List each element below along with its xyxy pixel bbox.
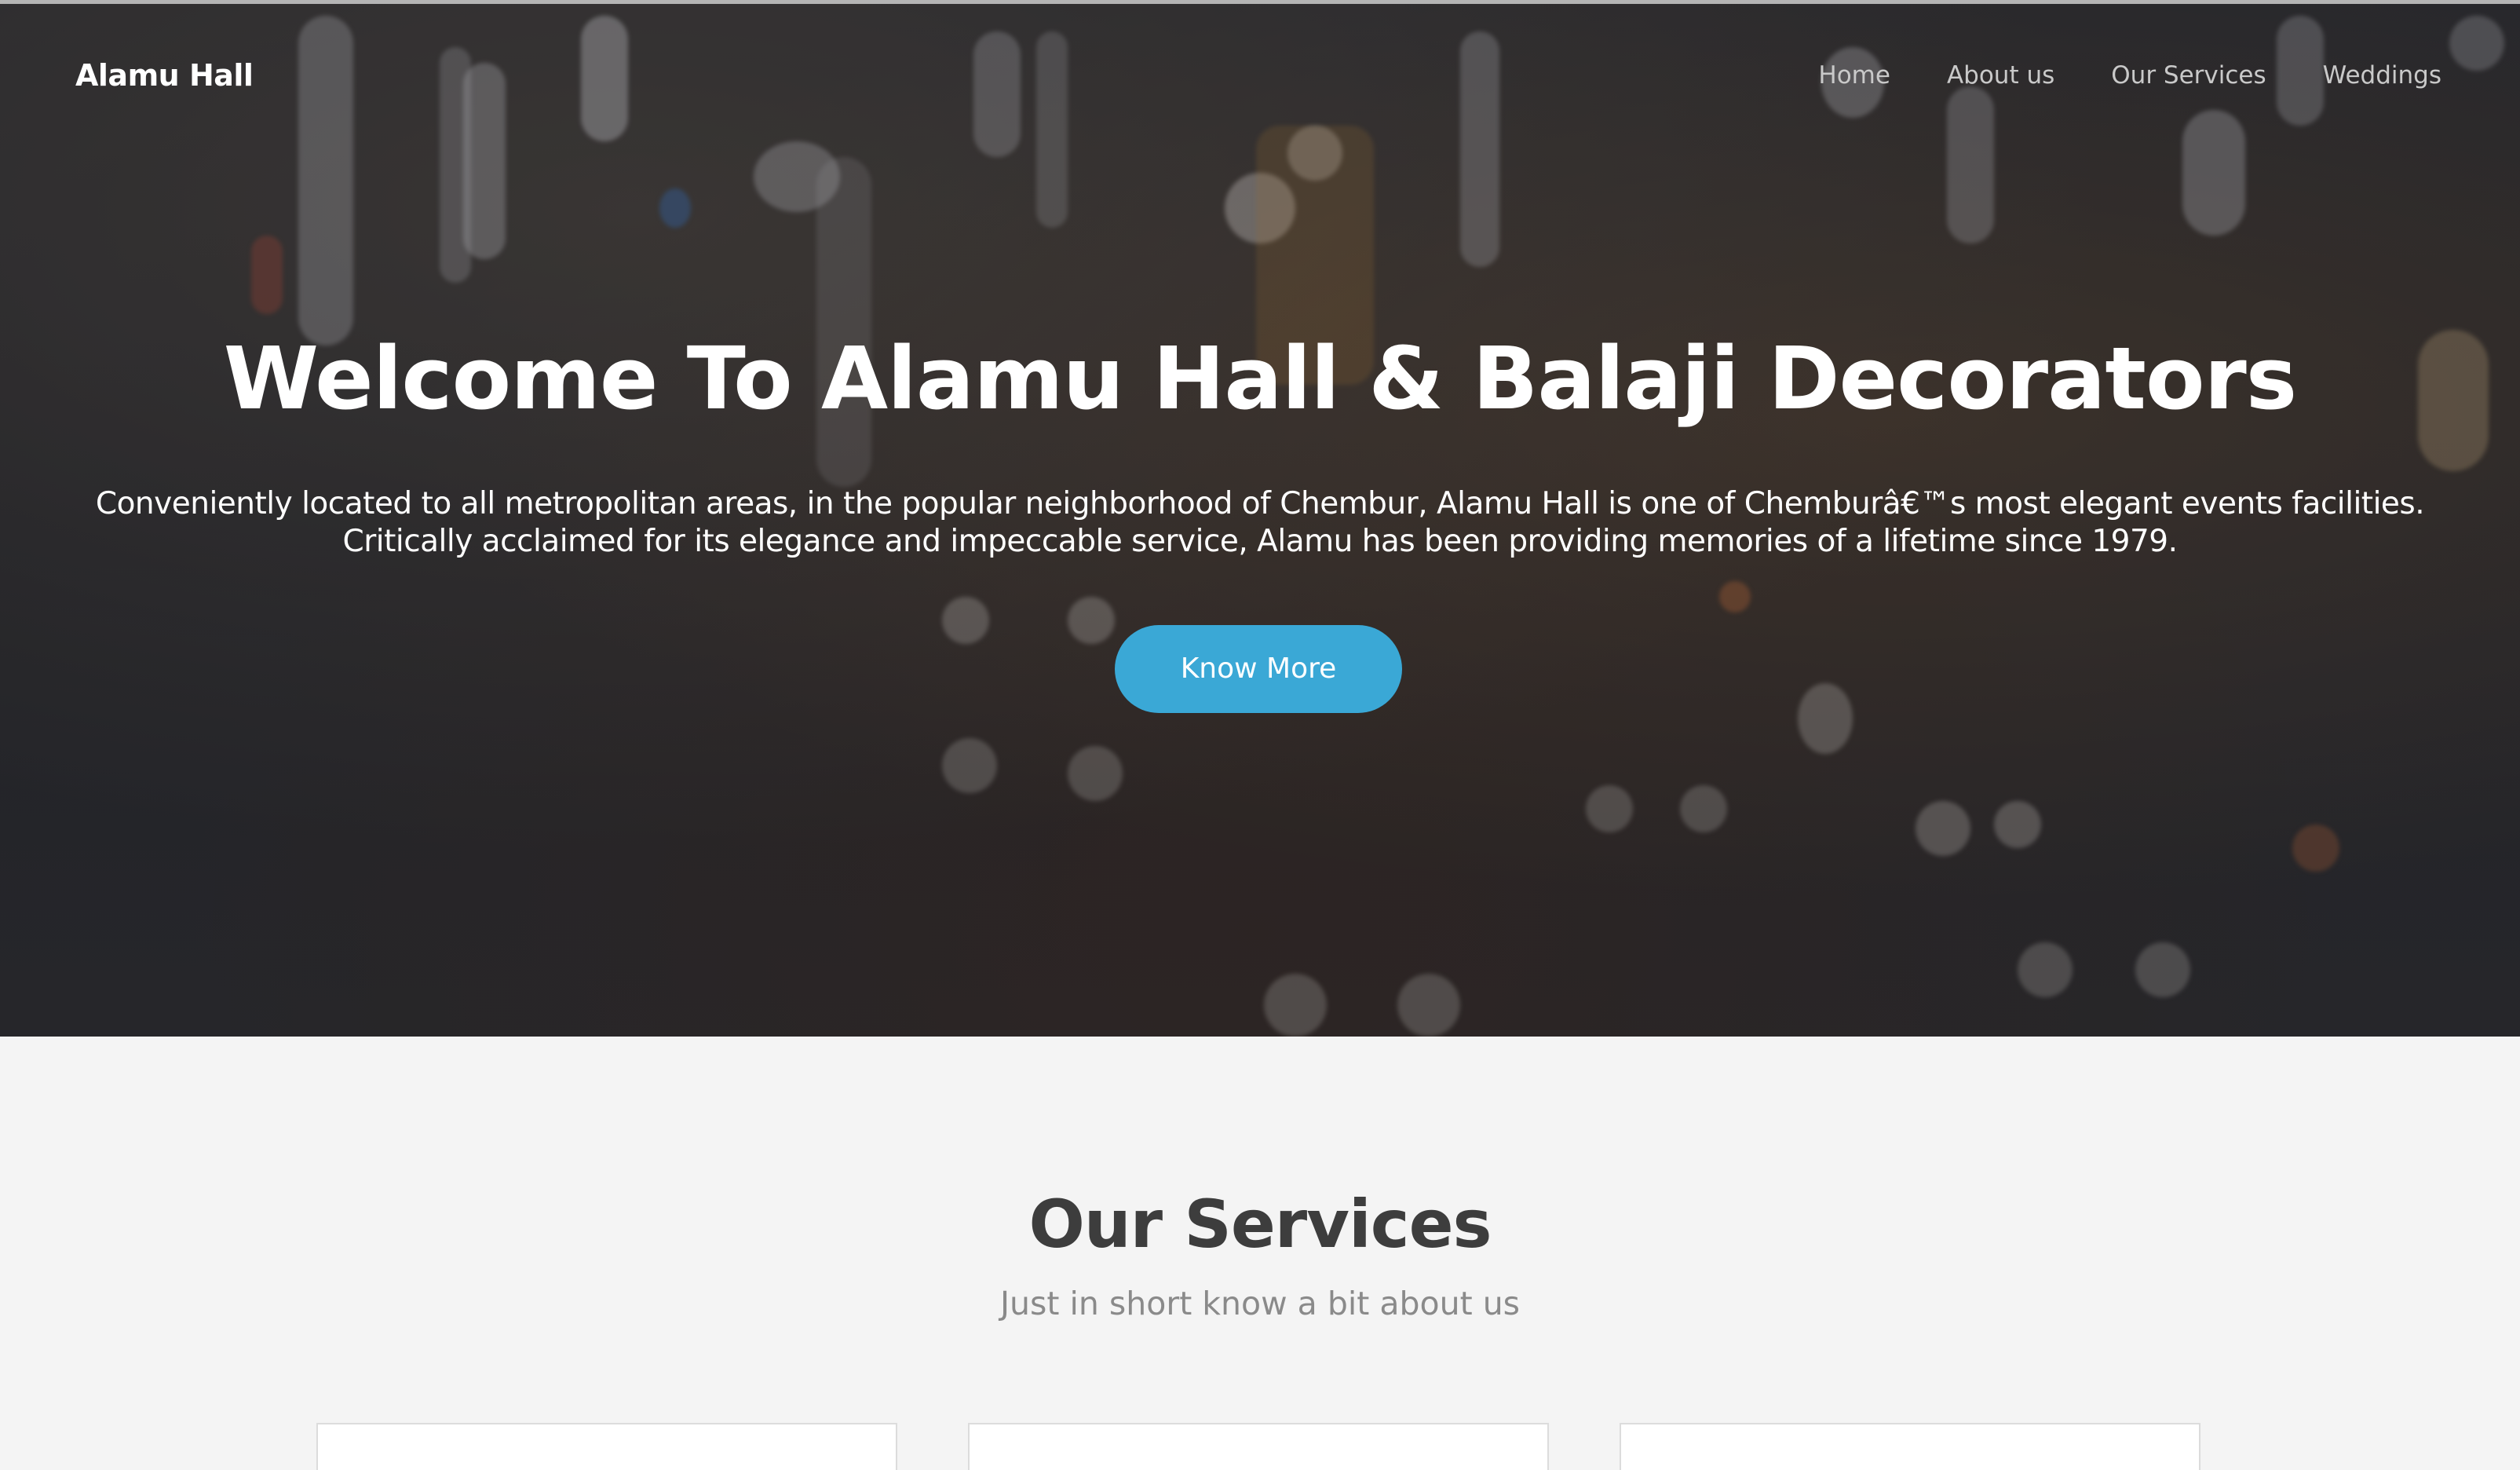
nav-item-home: Home bbox=[1818, 61, 1890, 90]
hero-subtitle-line-1: Conveniently located to all metropolitan… bbox=[95, 486, 2425, 521]
nav-links: Home About us Our Services Weddings bbox=[1818, 61, 2441, 90]
page: Alamu Hall Home About us Our Services We… bbox=[0, 0, 2520, 1470]
services-title: Our Services bbox=[1028, 1186, 1492, 1263]
nav-item-about: About us bbox=[1947, 61, 2054, 90]
nav-item-weddings: Weddings bbox=[2323, 61, 2441, 90]
navbar: Alamu Hall Home About us Our Services We… bbox=[0, 0, 2520, 157]
nav-link-weddings[interactable]: Weddings bbox=[2323, 61, 2441, 90]
hero-subtitle: Conveniently located to all metropolitan… bbox=[0, 485, 2520, 561]
nav-link-services[interactable]: Our Services bbox=[2111, 61, 2266, 90]
know-more-button[interactable]: Know More bbox=[1115, 625, 1402, 713]
service-card-1 bbox=[316, 1423, 897, 1470]
hero-title: Welcome To Alamu Hall & Balaji Decorator… bbox=[223, 328, 2298, 429]
nav-link-home[interactable]: Home bbox=[1818, 61, 1890, 90]
services-subtitle: Just in short know a bit about us bbox=[999, 1285, 1521, 1322]
nav-link-about[interactable]: About us bbox=[1947, 61, 2054, 90]
brand-logo-link[interactable]: Alamu Hall bbox=[75, 58, 254, 93]
service-card-3 bbox=[1620, 1423, 2200, 1470]
nav-item-services: Our Services bbox=[2111, 61, 2266, 90]
hero-section: Alamu Hall Home About us Our Services We… bbox=[0, 0, 2520, 1037]
service-card-2 bbox=[968, 1423, 1549, 1470]
hero-subtitle-line-2: Critically acclaimed for its elegance an… bbox=[342, 524, 2178, 559]
